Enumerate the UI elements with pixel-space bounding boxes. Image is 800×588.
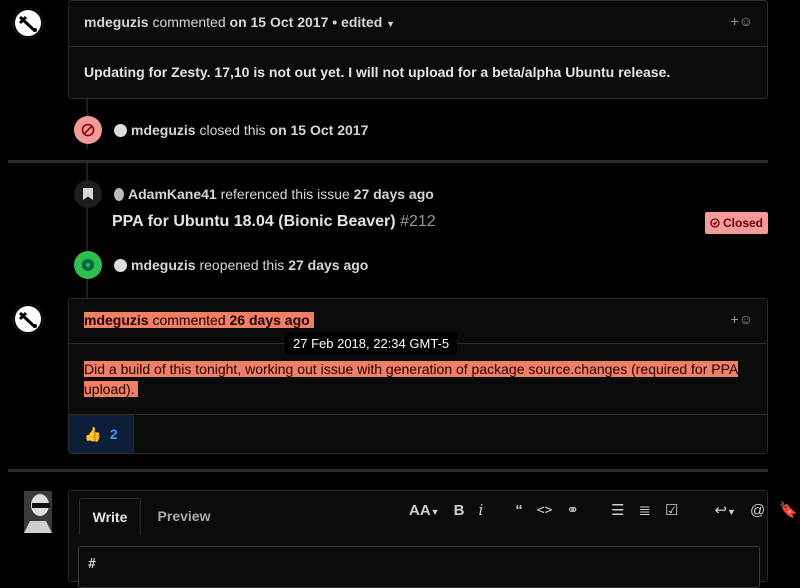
plus-icon: + [730,311,739,327]
referenced-issue-link[interactable]: PPA for Ubuntu 18.04 (Bionic Beaver) #21… [112,213,436,231]
referenced-issue-title: PPA for Ubuntu 18.04 (Bionic Beaver) [112,213,396,230]
issue-closed-icon [710,218,720,228]
edited-dropdown[interactable]: edited ▼ [341,14,395,30]
link-icon[interactable]: ⚭ [566,501,579,519]
comment-date[interactable]: 15 Oct 2017 [251,14,329,30]
timestamp-tooltip: 27 Feb 2018, 22:34 GMT-5 [285,332,458,354]
comment-header: mdeguzis commented on 15 Oct 2017 • edit… [69,1,767,47]
mention-icon[interactable]: @ [750,502,765,519]
comment-author[interactable]: mdeguzis [84,14,149,30]
user-avatar[interactable] [24,491,52,533]
comment-date[interactable]: 26 days ago [230,312,310,328]
closed-event-badge [74,116,102,144]
thumbs-up-icon: 👍 [84,425,102,442]
reopened-event-text: mdeguzis reopened this 27 days ago [114,257,368,273]
status-label: Closed [723,216,764,230]
bold-icon[interactable]: B [454,502,465,519]
comment-author[interactable]: mdeguzis [84,312,149,328]
mini-avatar[interactable] [114,259,127,272]
tooltip-text: 27 Feb 2018, 22:34 GMT-5 [293,335,450,351]
bookmark-icon [83,188,93,200]
timeline-divider [8,160,768,163]
textarea-value: # [88,557,96,572]
comment-textarea[interactable]: # [78,546,760,588]
italic-icon[interactable]: i [478,501,483,519]
comment-composer: Write Preview AA▼ B i “ <> ⚭ ☰ ≣ ☑ ↩▼ @ … [68,490,798,588]
plus-icon: + [730,13,739,29]
comment-body: Did a build of this tonight, working out… [84,359,744,399]
quote-icon[interactable]: “ [515,502,523,519]
event-author[interactable]: mdeguzis [131,257,196,273]
mini-avatar[interactable] [114,188,124,201]
add-reaction-button[interactable]: +☺ [731,13,753,29]
comment-box: mdeguzis commented 26 days ago +☺ Did a … [68,298,768,454]
comment-body: Updating for Zesty. 17,10 is not out yet… [84,64,671,80]
separator: • [332,14,338,30]
task-list-icon[interactable]: ☑ [665,501,678,519]
referenced-issue-number: #212 [400,213,436,230]
closed-event-text: mdeguzis closed this on 15 Oct 2017 [114,122,368,138]
bookmark-icon[interactable]: 🔖 [779,501,798,519]
smiley-icon: ☺ [738,13,753,29]
reopened-event-badge [74,251,102,279]
event-author[interactable]: mdeguzis [131,122,196,138]
event-author[interactable]: AdamKane41 [128,186,217,202]
steam-logo-icon [13,304,43,334]
edited-label: edited [341,14,383,30]
event-when[interactable]: 27 days ago [288,257,368,273]
event-action: closed this [199,122,266,138]
issue-opened-icon [82,259,94,271]
reference-event-text: AdamKane41 referenced this issue 27 days… [114,186,434,202]
tab-write[interactable]: Write [79,498,141,535]
header-text-icon[interactable]: AA▼ [409,502,440,519]
steam-logo-icon [13,8,43,38]
tab-write-label: Write [92,509,128,525]
comment-body-text: Did a build of this tonight, working out… [84,361,739,397]
reactions-bar: 👍 2 [69,414,767,454]
avatar[interactable] [13,304,43,334]
user-photo-icon [24,491,52,533]
markdown-toolbar: AA▼ B i “ <> ⚭ ☰ ≣ ☑ ↩▼ @ 🔖 [409,501,798,519]
numbered-list-icon[interactable]: ≣ [638,501,651,519]
status-badge: Closed [705,212,769,234]
on-prefix: on [229,14,247,30]
chevron-down-icon: ▼ [386,19,396,29]
bulleted-list-icon[interactable]: ☰ [611,501,624,519]
smiley-icon: ☺ [738,311,753,327]
add-reaction-button[interactable]: +☺ [731,311,753,327]
code-icon[interactable]: <> [537,503,553,518]
timeline-divider [8,469,768,472]
event-when[interactable]: 27 days ago [354,186,434,202]
event-action: referenced this issue [220,186,350,202]
circle-slash-icon [81,123,95,137]
tab-preview-label: Preview [157,508,211,524]
comment-box: mdeguzis commented on 15 Oct 2017 • edit… [68,0,768,99]
reference-event-badge [74,180,102,208]
tab-preview[interactable]: Preview [149,506,219,526]
avatar[interactable] [13,8,43,38]
comment-meta: mdeguzis commented on 15 Oct 2017 • edit… [84,14,395,30]
reaction-count: 2 [109,426,118,442]
event-action: reopened this [199,257,285,273]
mini-avatar[interactable] [114,124,127,137]
comment-action: commented [152,14,226,30]
comment-meta: mdeguzis commented 26 days ago [84,312,314,328]
reaction-thumbsup-button[interactable]: 👍 2 [69,415,134,453]
event-date[interactable]: 15 Oct 2017 [291,122,369,138]
reply-icon[interactable]: ↩▼ [714,501,736,519]
comment-action: commented [152,312,226,328]
on-prefix: on [269,122,287,138]
